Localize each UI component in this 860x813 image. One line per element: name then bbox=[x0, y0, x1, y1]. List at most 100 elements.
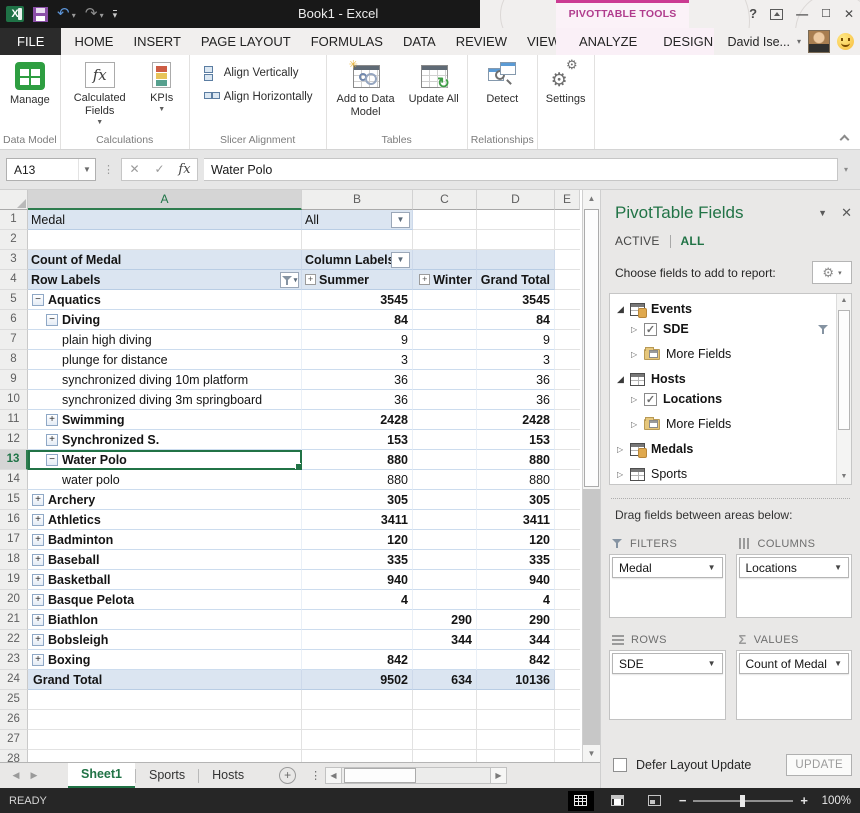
row-header[interactable]: 7 bbox=[0, 330, 28, 350]
row-header[interactable]: 10 bbox=[0, 390, 28, 410]
cell[interactable]: 880 bbox=[477, 470, 555, 490]
cell[interactable]: +Basque Pelota bbox=[28, 590, 302, 610]
expand-icon[interactable]: + bbox=[305, 274, 316, 285]
columns-area[interactable]: Locations▼ bbox=[736, 554, 853, 618]
cell[interactable]: 880 bbox=[302, 470, 413, 490]
cell[interactable] bbox=[555, 750, 580, 762]
cell[interactable]: 3411 bbox=[477, 510, 555, 530]
cell[interactable]: +Bobsleigh bbox=[28, 630, 302, 650]
cell[interactable] bbox=[413, 690, 477, 710]
cell[interactable] bbox=[555, 470, 580, 490]
collapse-triangle-icon[interactable]: ◢ bbox=[617, 374, 630, 385]
kpis-button[interactable]: KPIs▼ bbox=[138, 58, 186, 113]
vertical-scrollbar[interactable]: ▲ ▼ bbox=[582, 190, 600, 762]
cell[interactable]: −Diving bbox=[28, 310, 302, 330]
maximize-button[interactable]: ☐ bbox=[821, 0, 831, 28]
cell[interactable]: +Swimming bbox=[28, 410, 302, 430]
cell[interactable] bbox=[413, 510, 477, 530]
page-layout-view-button[interactable] bbox=[605, 791, 631, 811]
cell[interactable]: 3545 bbox=[477, 290, 555, 310]
zoom-in-icon[interactable]: + bbox=[800, 793, 808, 808]
cell[interactable] bbox=[302, 710, 413, 730]
cell[interactable]: 2428 bbox=[477, 410, 555, 430]
update-button[interactable]: UPDATE bbox=[786, 754, 852, 776]
column-header-a[interactable]: A bbox=[28, 190, 302, 210]
field-item-locations[interactable]: ▷✓Locations bbox=[624, 389, 851, 409]
row-header[interactable]: 11 bbox=[0, 410, 28, 430]
cell[interactable] bbox=[555, 670, 580, 690]
field-checkbox[interactable]: ✓ bbox=[644, 393, 657, 406]
column-header-b[interactable]: B bbox=[302, 190, 413, 210]
cell[interactable]: +Athletics bbox=[28, 510, 302, 530]
values-area[interactable]: Count of Medal▼ bbox=[736, 650, 853, 720]
row-header[interactable]: 13 bbox=[0, 450, 28, 470]
cell[interactable] bbox=[413, 710, 477, 730]
field-item-medals[interactable]: ▷Medals bbox=[610, 439, 851, 459]
row-header[interactable]: 14 bbox=[0, 470, 28, 490]
cell[interactable]: 305 bbox=[477, 490, 555, 510]
expand-icon[interactable]: + bbox=[419, 274, 430, 285]
cell[interactable] bbox=[477, 690, 555, 710]
cell[interactable]: 4 bbox=[477, 590, 555, 610]
collapse-triangle-icon[interactable]: ◢ bbox=[617, 304, 630, 315]
sheet-tab-sheet1[interactable]: Sheet1 bbox=[68, 763, 135, 788]
update-all-button[interactable]: ↻Update All bbox=[404, 58, 464, 106]
cell[interactable] bbox=[555, 650, 580, 670]
sheet-nav-right-icon[interactable]: ▶ bbox=[26, 763, 42, 788]
cancel-icon[interactable]: ✕ bbox=[122, 159, 147, 180]
chevron-down-icon[interactable]: ▼ bbox=[708, 563, 716, 572]
expand-icon[interactable]: + bbox=[32, 614, 44, 626]
cell[interactable] bbox=[555, 610, 580, 630]
cell[interactable]: 940 bbox=[302, 570, 413, 590]
cell[interactable] bbox=[555, 350, 580, 370]
filter-dropdown-icon[interactable]: ▼ bbox=[391, 212, 410, 228]
cell[interactable]: +Summer bbox=[302, 270, 413, 290]
cell[interactable]: Count of Medal bbox=[28, 250, 302, 270]
cell[interactable]: 9502 bbox=[302, 670, 413, 690]
chevron-down-icon[interactable]: ▼ bbox=[834, 659, 842, 668]
redo-button[interactable]: ↷ ▾ bbox=[85, 5, 104, 23]
zoom-slider[interactable] bbox=[693, 800, 793, 802]
cell[interactable] bbox=[413, 410, 477, 430]
expand-icon[interactable]: + bbox=[32, 554, 44, 566]
cell[interactable] bbox=[302, 750, 413, 762]
cell[interactable]: 3 bbox=[477, 350, 555, 370]
tab-file[interactable]: FILE bbox=[0, 28, 61, 55]
field-item-hosts[interactable]: ◢Hosts bbox=[610, 369, 851, 389]
cell[interactable] bbox=[413, 350, 477, 370]
row-header[interactable]: 28 bbox=[0, 750, 28, 762]
collapse-ribbon-icon[interactable] bbox=[840, 135, 850, 145]
cell[interactable] bbox=[477, 210, 555, 230]
cell[interactable]: 344 bbox=[413, 630, 477, 650]
cell[interactable]: +Winter bbox=[413, 270, 477, 290]
zoom-level[interactable]: 100% bbox=[819, 795, 851, 807]
scroll-up-icon[interactable]: ▲ bbox=[583, 190, 600, 207]
ribbon-display-options-icon[interactable] bbox=[770, 9, 783, 20]
add-to-data-model-button[interactable]: Add to Data Model bbox=[330, 58, 402, 119]
scrollbar-track[interactable] bbox=[583, 489, 600, 745]
expand-triangle-icon[interactable]: ▷ bbox=[631, 395, 644, 404]
cell[interactable] bbox=[413, 210, 477, 230]
cell[interactable] bbox=[555, 310, 580, 330]
page-break-view-button[interactable] bbox=[642, 791, 668, 811]
cell[interactable] bbox=[302, 630, 413, 650]
cell[interactable] bbox=[555, 730, 580, 750]
cell[interactable] bbox=[555, 210, 580, 230]
cell[interactable] bbox=[413, 450, 477, 470]
tab-data[interactable]: DATA bbox=[393, 28, 446, 55]
cell[interactable]: 2428 bbox=[302, 410, 413, 430]
collapse-icon[interactable]: − bbox=[46, 454, 58, 466]
row-header[interactable]: 27 bbox=[0, 730, 28, 750]
insert-function-icon[interactable]: fx bbox=[172, 159, 197, 180]
tab-formulas[interactable]: FORMULAS bbox=[301, 28, 393, 55]
chevron-down-icon[interactable]: ▼ bbox=[834, 563, 842, 572]
cell[interactable]: 36 bbox=[302, 370, 413, 390]
pane-tab-all[interactable]: ALL bbox=[681, 234, 705, 248]
excel-app-icon[interactable]: X bbox=[6, 6, 24, 22]
tab-insert[interactable]: INSERT bbox=[123, 28, 190, 55]
column-header-e[interactable]: E bbox=[555, 190, 580, 210]
collapse-icon[interactable]: − bbox=[32, 294, 44, 306]
row-header[interactable]: 5 bbox=[0, 290, 28, 310]
cell[interactable] bbox=[555, 270, 580, 290]
cell[interactable] bbox=[413, 570, 477, 590]
